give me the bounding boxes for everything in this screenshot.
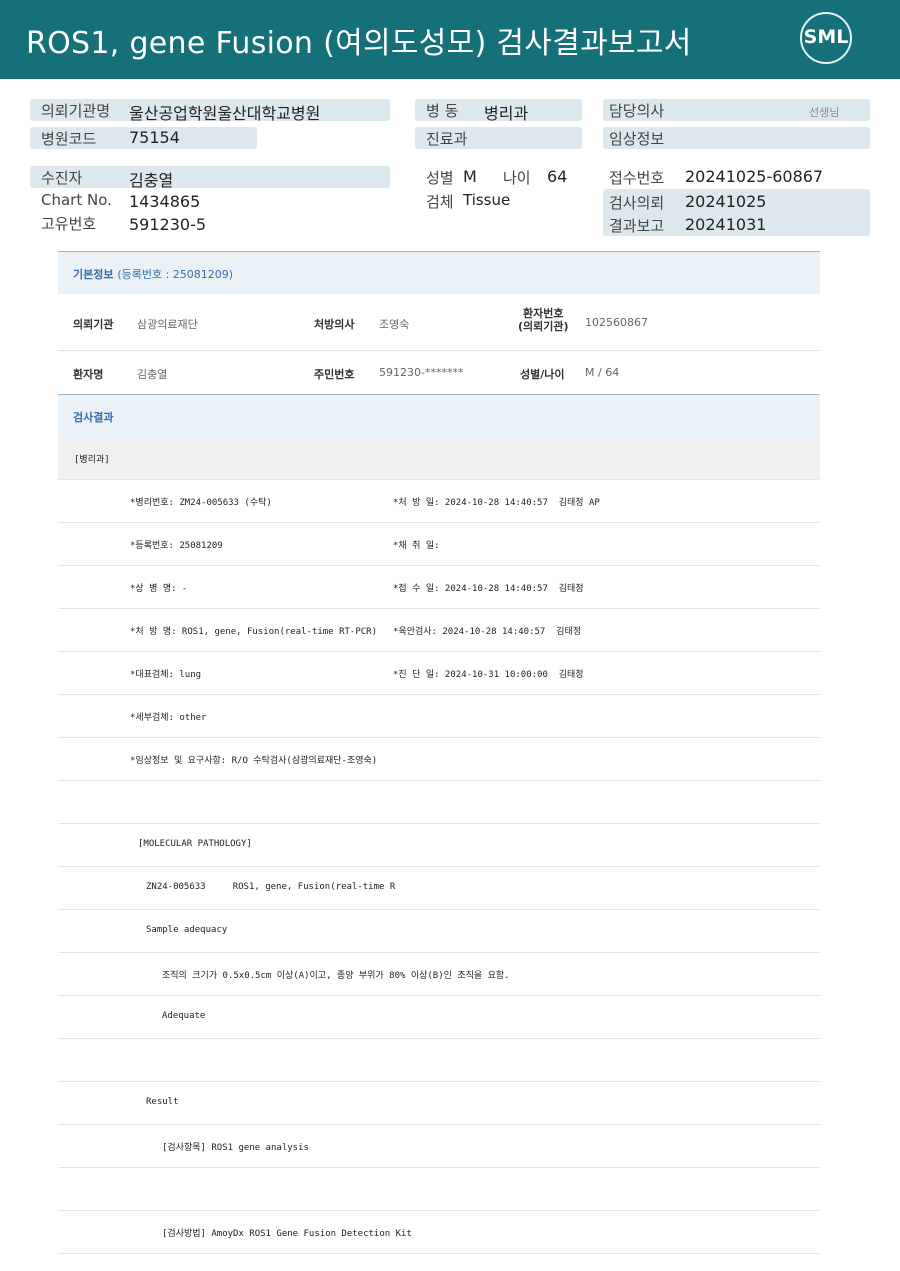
rrn-key: 주민번호 (314, 368, 355, 381)
sex-label: 성별 (426, 169, 454, 187)
result-line-text-right: *처 방 일: 2024-10-28 14:40:57 김태정 AP (393, 498, 600, 508)
accession-label: 접수번호 (609, 169, 665, 187)
rrn-value: 591230-******* (379, 366, 464, 379)
basic-info-header: 기본정보 (등록번호 : 25081209) (58, 251, 820, 294)
ward-value: 병리과 (484, 104, 529, 123)
basic-info-title: 기본정보 (73, 268, 114, 281)
result-line: 조직의 크기가 0.5x0.5cm 이상(A)이고, 종양 부위가 80% 이상… (58, 953, 820, 996)
result-line-text: *병리번호: ZM24-005633 (수탁) (130, 498, 272, 508)
unique-value: 591230-5 (129, 215, 207, 234)
sml-logo: SML (800, 12, 852, 64)
logo-text: SML (803, 26, 849, 48)
patient-value: 김충열 (129, 171, 174, 190)
inst-value: 삼광의료재단 (137, 318, 198, 331)
pno-key: 환자번호 (의뢰기관) (518, 307, 569, 333)
inst-key: 의뢰기관 (73, 318, 114, 331)
specimen-value: Tissue (463, 191, 511, 209)
result-line-text: *상 병 명: - (130, 584, 188, 594)
result-line-text-right: *접 수 일: 2024-10-28 14:40:57 김태정 (393, 584, 584, 594)
report-header: ROS1, gene Fusion (여의도성모) 검사결과보고서 SML (0, 0, 900, 79)
result-line-text: Result (146, 1097, 179, 1107)
result-line: *상 병 명: - *접 수 일: 2024-10-28 14:40:57 김태정 (58, 566, 820, 609)
pno-key-line1: 환자번호 (523, 307, 564, 320)
clinical-label: 임상정보 (609, 130, 665, 148)
hosp-code-value: 75154 (129, 128, 180, 147)
patient-pill (30, 166, 390, 188)
chart-label: Chart No. (41, 191, 112, 209)
result-line-text: Sample adequacy (146, 925, 228, 935)
result-line: Adequate (58, 996, 820, 1039)
report-label: 결과보고 (609, 217, 665, 235)
result-header: 검사결과 (58, 394, 820, 437)
sex-value: M (463, 167, 477, 186)
report-value: 20241031 (685, 215, 767, 234)
result-line-text: [병리과] (74, 455, 110, 465)
dept-label: 진료과 (426, 130, 468, 148)
result-line-text-right: *채 취 일: (393, 541, 440, 551)
result-line: *등록번호: 25081209 *채 취 일: (58, 523, 820, 566)
request-value: 20241025 (685, 192, 767, 211)
result-line-text: 조직의 크기가 0.5x0.5cm 이상(A)이고, 종양 부위가 80% 이상… (162, 971, 510, 981)
name-key: 환자명 (73, 368, 104, 381)
result-line: *대표검체: lung *진 단 일: 2024-10-31 10:00:00 김… (58, 652, 820, 695)
result-line-text: *처 방 명: ROS1, gene, Fusion(real-time RT-… (130, 627, 377, 637)
result-line (58, 1168, 820, 1211)
result-line-text: [검사방법] AmoyDx ROS1 Gene Fusion Detection… (162, 1229, 412, 1239)
req-inst-value: 울산공업학원울산대학교병원 (129, 104, 321, 123)
result-line-text: [검사항목] ROS1 gene analysis (162, 1143, 309, 1153)
basic-info-reg: (등록번호 : 25081209) (117, 268, 234, 281)
unique-label: 고유번호 (41, 215, 97, 233)
pno-value: 102560867 (585, 316, 648, 329)
result-line: Sample adequacy (58, 910, 820, 953)
result-line-text: *대표검체: lung (130, 670, 202, 680)
result-line: [병리과] (58, 437, 820, 480)
result-line: *처 방 명: ROS1, gene, Fusion(real-time RT-… (58, 609, 820, 652)
result-line: ZN24-005633 ROS1, gene, Fusion(real-time… (58, 867, 820, 910)
request-label: 검사의뢰 (609, 194, 665, 212)
hosp-code-label: 병원코드 (41, 130, 97, 148)
doctor-suffix: 선생님 (809, 106, 840, 119)
result-line (58, 781, 820, 824)
result-line-text: Adequate (162, 1011, 206, 1021)
result-line: *병리번호: ZM24-005633 (수탁) *처 방 일: 2024-10-2… (58, 480, 820, 523)
result-line-text: *임상정보 및 요구사항: R/O 수탁검사(삼광의료재단-조영숙) (130, 756, 378, 766)
result-line: [검사항목] ROS1 gene analysis (58, 1125, 820, 1168)
name-value: 김충열 (137, 368, 168, 381)
result-line: [검사방법] AmoyDx ROS1 Gene Fusion Detection… (58, 1211, 820, 1254)
result-line-text: *등록번호: 25081209 (130, 541, 223, 551)
specimen-label: 검체 (426, 193, 454, 211)
patient-label: 수진자 (41, 169, 83, 187)
info-row: 의뢰기관 삼광의료재단 처방의사 조영숙 환자번호 (의뢰기관) 1025608… (58, 294, 820, 351)
info-row: 환자명 김충열 주민번호 591230-******* 성별/나이 M / 64 (58, 351, 820, 394)
result-line-text-right: *육안검사: 2024-10-28 14:40:57 김태정 (393, 627, 582, 637)
chart-value: 1434865 (129, 192, 201, 211)
result-line (58, 1039, 820, 1082)
result-line: *세부검체: other (58, 695, 820, 738)
accession-value: 20241025-60867 (685, 167, 824, 186)
result-line-text: ZN24-005633 ROS1, gene, Fusion(real-time… (146, 882, 396, 892)
result-line: *임상정보 및 요구사항: R/O 수탁검사(삼광의료재단-조영숙) (58, 738, 820, 781)
detail-table: 기본정보 (등록번호 : 25081209) 의뢰기관 삼광의료재단 처방의사 … (58, 251, 820, 1254)
result-line-text: *세부검체: other (130, 713, 207, 723)
result-line: Result (58, 1082, 820, 1125)
sexage-key: 성별/나이 (520, 368, 565, 381)
result-line: [MOLECULAR PATHOLOGY] (58, 824, 820, 867)
report-title: ROS1, gene Fusion (여의도성모) 검사결과보고서 (26, 26, 692, 61)
ward-label: 병 동 (426, 102, 459, 120)
result-line-text: [MOLECULAR PATHOLOGY] (138, 839, 252, 849)
result-lines: [병리과] *병리번호: ZM24-005633 (수탁) *처 방 일: 2024… (58, 437, 820, 1254)
req-inst-label: 의뢰기관명 (41, 102, 111, 120)
age-value: 64 (547, 167, 568, 186)
presc-value: 조영숙 (379, 318, 410, 331)
doctor-label: 담당의사 (609, 102, 665, 120)
result-line-text-right: *진 단 일: 2024-10-31 10:00:00 김태정 (393, 670, 584, 680)
sexage-value: M / 64 (585, 366, 620, 379)
presc-key: 처방의사 (314, 318, 355, 331)
result-title: 검사결과 (73, 411, 114, 424)
age-label: 나이 (503, 169, 531, 187)
pno-key-line2: (의뢰기관) (518, 320, 569, 333)
